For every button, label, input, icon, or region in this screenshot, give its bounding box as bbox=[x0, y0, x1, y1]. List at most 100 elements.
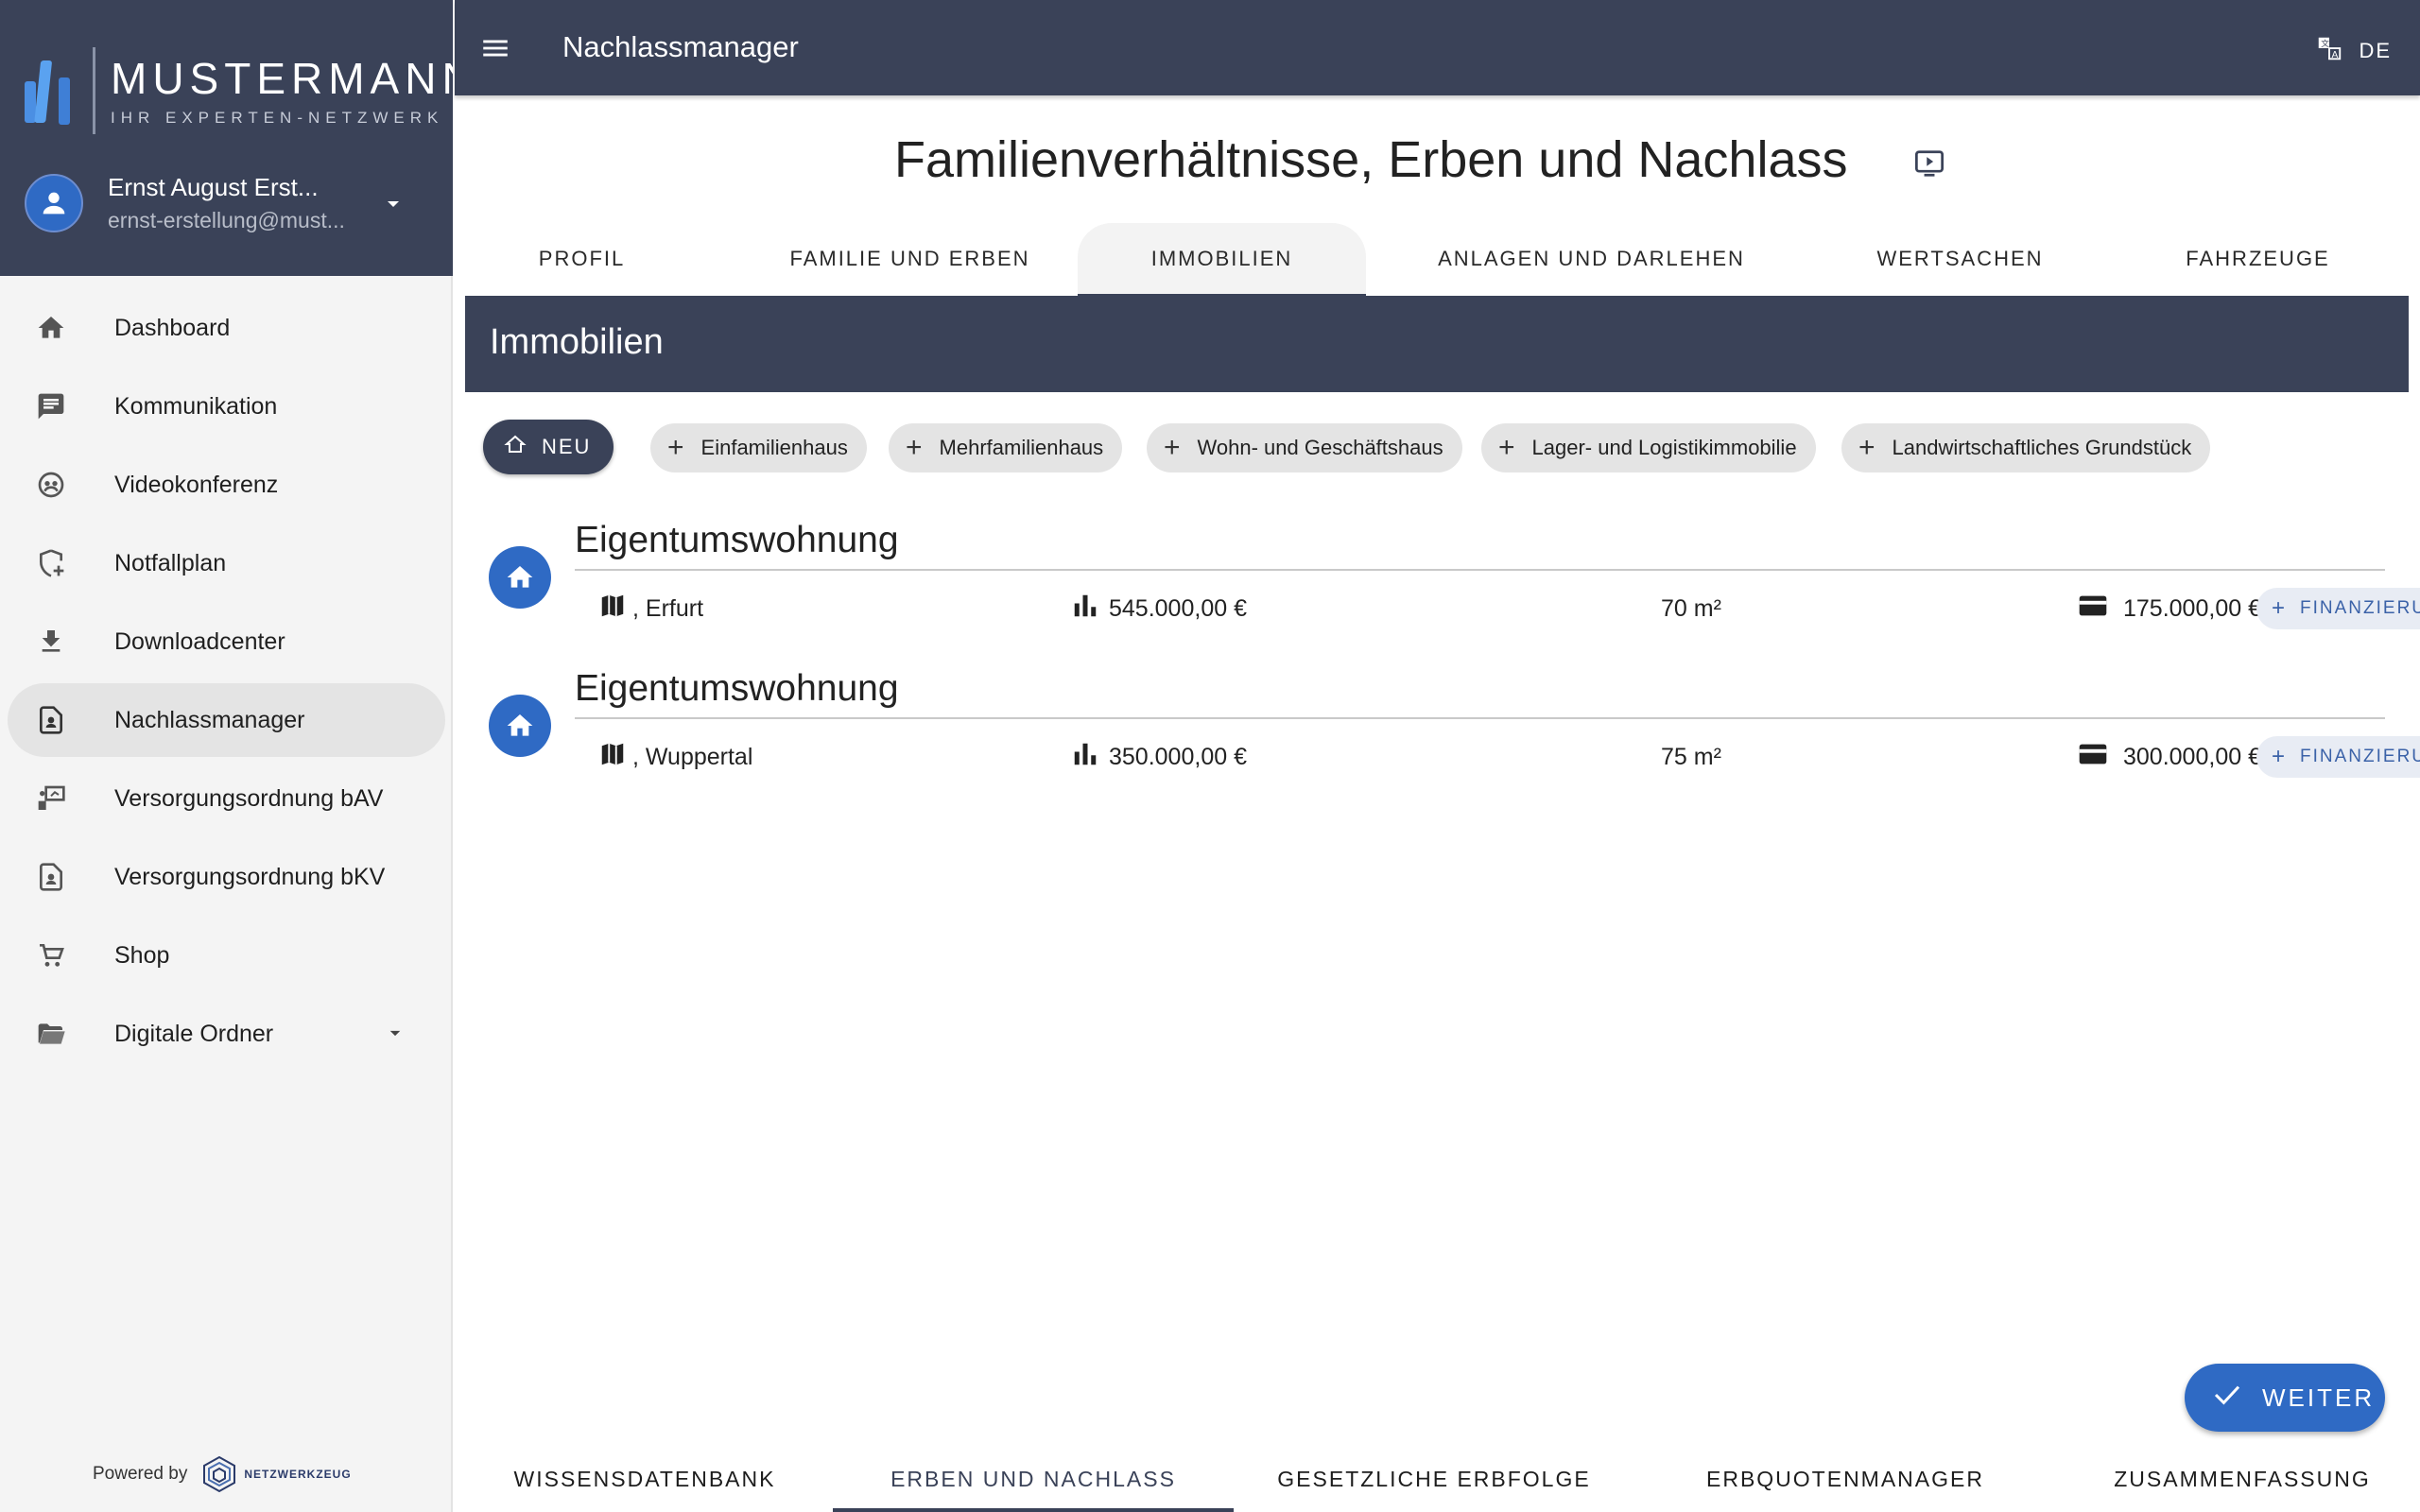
sidebar-item-nachlassmanager[interactable]: Nachlassmanager bbox=[8, 683, 445, 757]
home-outline-icon bbox=[504, 433, 527, 461]
sidebar-item-label: Notfallplan bbox=[114, 549, 227, 576]
brand-logo-mark bbox=[21, 53, 74, 129]
credit-card-icon bbox=[2078, 593, 2108, 625]
top-app-bar: Nachlassmanager 文A DE bbox=[455, 0, 2420, 95]
add-financing-label: FINANZIERUNG bbox=[2300, 747, 2420, 766]
netzwerkzeug-logo[interactable]: NETZWERKZEUG bbox=[200, 1455, 351, 1493]
svg-text:A: A bbox=[2332, 50, 2341, 60]
chip-label: Lager- und Logistikimmobilie bbox=[1531, 436, 1797, 459]
user-name: Ernst August Erst... bbox=[108, 173, 319, 201]
presentation-video-icon[interactable] bbox=[1913, 149, 1945, 182]
sidebar-header: MUSTERMANN IHR EXPERTEN-NETZWERK Ernst A… bbox=[0, 0, 474, 276]
tab-fahrzeuge[interactable]: FAHRZEUGE bbox=[2103, 223, 2412, 295]
sidebar-item-videokonferenz[interactable]: Videokonferenz bbox=[8, 448, 445, 522]
new-property-button[interactable]: NEU bbox=[483, 420, 614, 474]
property-title: Eigentumswohnung bbox=[575, 668, 899, 709]
property-details: , Erfurt 545.000,00 € 70 m² 175.000,00 €… bbox=[575, 582, 2420, 635]
sidebar-item-kommunikation[interactable]: Kommunikation bbox=[8, 369, 445, 443]
tab-gesetzliche-erbfolge[interactable]: GESETZLICHE ERBFOLGE bbox=[1234, 1446, 1634, 1512]
app-title: Nachlassmanager bbox=[562, 30, 799, 63]
tab-wissensdatenbank[interactable]: WISSENSDATENBANK bbox=[465, 1446, 824, 1512]
sidebar-nav: Dashboard Kommunikation Videokonferenz N… bbox=[0, 291, 453, 1075]
user-menu[interactable]: Ernst August Erst... ernst-erstellung@mu… bbox=[25, 170, 431, 236]
chip-label: Einfamilienhaus bbox=[700, 436, 848, 459]
sidebar-item-downloadcenter[interactable]: Downloadcenter bbox=[8, 605, 445, 679]
property-location-text: , Erfurt bbox=[632, 594, 704, 622]
video-conference-icon bbox=[32, 466, 70, 504]
next-button[interactable]: WEITER bbox=[2185, 1364, 2385, 1432]
sidebar-item-shop[interactable]: Shop bbox=[8, 919, 445, 992]
plus-icon: + bbox=[2272, 744, 2288, 769]
download-icon bbox=[32, 623, 70, 661]
divider bbox=[575, 717, 2385, 719]
hamburger-menu-icon[interactable] bbox=[479, 32, 511, 64]
add-financing-button[interactable]: + FINANZIERUNG bbox=[2256, 588, 2420, 629]
language-code: DE bbox=[2359, 39, 2392, 62]
property-item[interactable]: Eigentumswohnung , Wuppertal 350.000,00 … bbox=[489, 668, 2420, 810]
add-financing-label: FINANZIERUNG bbox=[2300, 598, 2420, 618]
divider bbox=[575, 569, 2385, 571]
powered-by-label: Powered by bbox=[93, 1464, 188, 1484]
plus-icon: + bbox=[667, 432, 684, 463]
tab-immobilien[interactable]: IMMOBILIEN bbox=[1078, 223, 1366, 297]
plus-icon: + bbox=[906, 432, 923, 463]
add-mehrfamilienhaus-chip[interactable]: + Mehrfamilienhaus bbox=[889, 423, 1123, 472]
tab-zusammenfassung[interactable]: ZUSAMMENFASSUNG bbox=[2072, 1446, 2412, 1512]
section-header: Immobilien bbox=[465, 296, 2409, 392]
check-icon bbox=[2213, 1383, 2241, 1413]
property-item[interactable]: Eigentumswohnung , Erfurt 545.000,00 € 7… bbox=[489, 520, 2420, 662]
chip-label: Wohn- und Geschäftshaus bbox=[1197, 436, 1443, 459]
language-switcher[interactable]: 文A DE bbox=[2315, 34, 2392, 68]
sidebar-item-label: Nachlassmanager bbox=[114, 706, 305, 733]
property-area: 70 m² bbox=[1661, 594, 1721, 622]
property-title: Eigentumswohnung bbox=[575, 520, 899, 560]
brand-tagline: IHR EXPERTEN-NETZWERK bbox=[111, 108, 444, 127]
brand-logo-separator bbox=[93, 47, 95, 134]
translate-icon: 文A bbox=[2315, 34, 2343, 68]
sidebar-item-label: Versorgungsordnung bAV bbox=[114, 784, 384, 812]
property-location-text: , Wuppertal bbox=[632, 743, 753, 770]
plus-icon: + bbox=[1858, 432, 1876, 463]
add-einfamilienhaus-chip[interactable]: + Einfamilienhaus bbox=[650, 423, 867, 472]
sidebar-item-label: Shop bbox=[114, 941, 170, 969]
add-landwirtschaftliches-grundstueck-chip[interactable]: + Landwirtschaftliches Grundstück bbox=[1841, 423, 2211, 472]
add-lager-und-logistikimmobilie-chip[interactable]: + Lager- und Logistikimmobilie bbox=[1481, 423, 1816, 472]
shield-plus-icon bbox=[32, 544, 70, 582]
chip-label: Mehrfamilienhaus bbox=[939, 436, 1104, 459]
property-financing: 300.000,00 € bbox=[2078, 730, 2261, 783]
folder-open-icon bbox=[32, 1015, 70, 1053]
home-icon bbox=[489, 695, 551, 757]
property-location: , Wuppertal bbox=[598, 730, 752, 783]
sidebar-item-label: Kommunikation bbox=[114, 392, 278, 420]
property-details: , Wuppertal 350.000,00 € 75 m² 300.000,0… bbox=[575, 730, 2420, 783]
chat-icon bbox=[32, 387, 70, 425]
add-financing-button[interactable]: + FINANZIERUNG bbox=[2256, 736, 2420, 778]
add-wohn-und-geschaeftshaus-chip[interactable]: + Wohn- und Geschäftshaus bbox=[1147, 423, 1462, 472]
sidebar-item-digitale-ordner[interactable]: Digitale Ordner bbox=[8, 997, 445, 1071]
brand-logo[interactable]: MUSTERMANN IHR EXPERTEN-NETZWERK bbox=[21, 45, 479, 136]
chevron-down-icon[interactable] bbox=[389, 1025, 402, 1042]
tab-profil[interactable]: PROFIL bbox=[465, 223, 699, 295]
tab-erbquotenmanager[interactable]: ERBQUOTENMANAGER bbox=[1647, 1446, 2044, 1512]
sidebar-item-label: Versorgungsordnung bKV bbox=[114, 863, 386, 890]
brand-name: MUSTERMANN bbox=[111, 53, 479, 103]
presentation-icon bbox=[32, 780, 70, 817]
sidebar-item-dashboard[interactable]: Dashboard bbox=[8, 291, 445, 365]
sidebar-item-versorgungsordnung-bav[interactable]: Versorgungsordnung bAV bbox=[8, 762, 445, 835]
plus-icon: + bbox=[2272, 595, 2288, 621]
bottom-navigation-tabs: WISSENSDATENBANK ERBEN UND NACHLASS GESE… bbox=[465, 1446, 2412, 1512]
tab-familie-und-erben[interactable]: FAMILIE UND ERBEN bbox=[699, 223, 1121, 295]
sidebar-item-label: Downloadcenter bbox=[114, 627, 285, 655]
sidebar-item-versorgungsordnung-bkv[interactable]: Versorgungsordnung bKV bbox=[8, 840, 445, 914]
plus-icon: + bbox=[1164, 432, 1181, 463]
tab-wertsachen[interactable]: WERTSACHEN bbox=[1817, 223, 2103, 295]
property-financing-text: 175.000,00 € bbox=[2123, 594, 2261, 622]
tab-erben-und-nachlass[interactable]: ERBEN UND NACHLASS bbox=[833, 1446, 1234, 1512]
map-icon bbox=[598, 592, 627, 627]
chevron-down-icon[interactable] bbox=[386, 197, 401, 214]
section-title: Immobilien bbox=[490, 322, 664, 362]
plus-icon: + bbox=[1498, 432, 1515, 463]
sidebar-item-notfallplan[interactable]: Notfallplan bbox=[8, 526, 445, 600]
tab-anlagen-und-darlehen[interactable]: ANLAGEN UND DARLEHEN bbox=[1413, 223, 1770, 295]
property-financing-text: 300.000,00 € bbox=[2123, 743, 2261, 770]
